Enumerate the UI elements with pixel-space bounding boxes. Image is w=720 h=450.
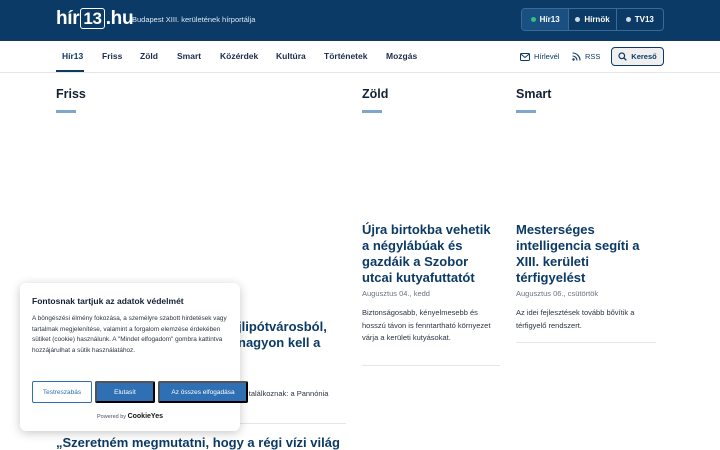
- rss-icon: [572, 52, 581, 61]
- nav-item-friss[interactable]: Friss: [102, 51, 122, 61]
- accept-all-button[interactable]: Az összes elfogadása: [158, 381, 248, 403]
- nav-item-smart[interactable]: Smart: [177, 51, 201, 61]
- channel-tv13[interactable]: TV13: [617, 9, 663, 30]
- article-divider: [362, 365, 500, 366]
- logo-number: 13: [80, 8, 105, 29]
- section-title-smart: Smart: [516, 87, 552, 101]
- article-date: Augusztus 04., kedd: [362, 289, 430, 298]
- article-title-partial[interactable]: jlipótvárosból,: [238, 319, 327, 335]
- search-label: Kereső: [631, 52, 657, 61]
- customize-button[interactable]: Testreszabás: [32, 381, 92, 403]
- powered-by: Powered by CookieYes: [20, 413, 240, 420]
- nav-item-kultura[interactable]: Kultúra: [276, 51, 306, 61]
- cookieyes-logo[interactable]: CookieYes: [128, 413, 163, 420]
- article-title[interactable]: Mesterséges intelligencia segíti a XIII.…: [516, 222, 656, 286]
- channel-dot-icon: [575, 17, 581, 22]
- reject-button[interactable]: Elutasít: [95, 381, 155, 403]
- nav-item-tortenetek[interactable]: Történetek: [324, 51, 367, 61]
- channel-dot-icon: [530, 17, 536, 22]
- active-nav-indicator: [56, 70, 84, 72]
- article-lead: Biztonságosabb, kényelmesebb és hosszú t…: [362, 308, 491, 342]
- channel-label: Hírnök: [584, 15, 610, 24]
- logo-suffix: .hu: [105, 8, 134, 29]
- cookie-text: A böngészési élmény fokozása, a személyr…: [32, 315, 227, 354]
- article-title[interactable]: „Szeretném megmutatni, hogy a régi vízi …: [56, 435, 346, 450]
- nav-item-mozgas[interactable]: Mozgás: [386, 51, 417, 61]
- article-title[interactable]: Újra birtokba vehetik a négylábúak és ga…: [362, 222, 500, 286]
- cookie-consent-dialog: Fontosnak tartjuk az adatok védelmét A b…: [20, 283, 248, 431]
- newsletter-link[interactable]: Hírlevél: [520, 52, 559, 61]
- article-date: Augusztus 06., csütörtök: [516, 289, 599, 298]
- main-nav: Hír13 Friss Zöld Smart Közérdek Kultúra …: [0, 41, 720, 73]
- channel-label: Hír13: [539, 15, 560, 24]
- rss-link[interactable]: RSS: [572, 52, 600, 61]
- logo-prefix: hír: [56, 8, 80, 29]
- top-bar: hír 13 .hu Budapest XIII. kerületének hírp…: [0, 0, 720, 41]
- article-lead-partial: or találkoznak: a Pannónia: [240, 389, 329, 398]
- site-logo[interactable]: hír 13 .hu: [56, 8, 134, 32]
- channel-label: TV13: [634, 15, 654, 24]
- mail-icon: [520, 52, 530, 61]
- nav-item-kozerdek[interactable]: Közérdek: [220, 51, 258, 61]
- section-title-bar: [516, 110, 536, 113]
- article-title-partial[interactable]: nagyon kell a: [238, 335, 320, 351]
- nav-item-zold[interactable]: Zöld: [140, 51, 158, 61]
- article-divider: [516, 342, 656, 343]
- newsletter-label: Hírlevél: [534, 52, 560, 61]
- powered-by-label: Powered by: [97, 414, 127, 420]
- search-button[interactable]: Kereső: [611, 47, 664, 66]
- section-title-bar: [56, 110, 76, 113]
- channel-switcher: Hír13 Hírnök TV13: [521, 8, 664, 31]
- rss-label: RSS: [585, 52, 601, 61]
- search-icon: [618, 52, 628, 61]
- site-tagline: Budapest XIII. kerületének hírportálja: [132, 15, 256, 24]
- section-title-bar: [362, 110, 382, 113]
- channel-dot-icon: [625, 17, 631, 22]
- nav-item-hir13[interactable]: Hír13: [62, 51, 83, 61]
- channel-hirnok[interactable]: Hírnök: [569, 9, 617, 30]
- cookie-title: Fontosnak tartjuk az adatok védelmét: [32, 296, 184, 306]
- section-title-friss: Friss: [56, 87, 86, 101]
- channel-hir13[interactable]: Hír13: [522, 9, 570, 30]
- article-lead: Az idei fejlesztések tovább bővítik a té…: [516, 308, 635, 330]
- section-title-zold: Zöld: [362, 87, 389, 101]
